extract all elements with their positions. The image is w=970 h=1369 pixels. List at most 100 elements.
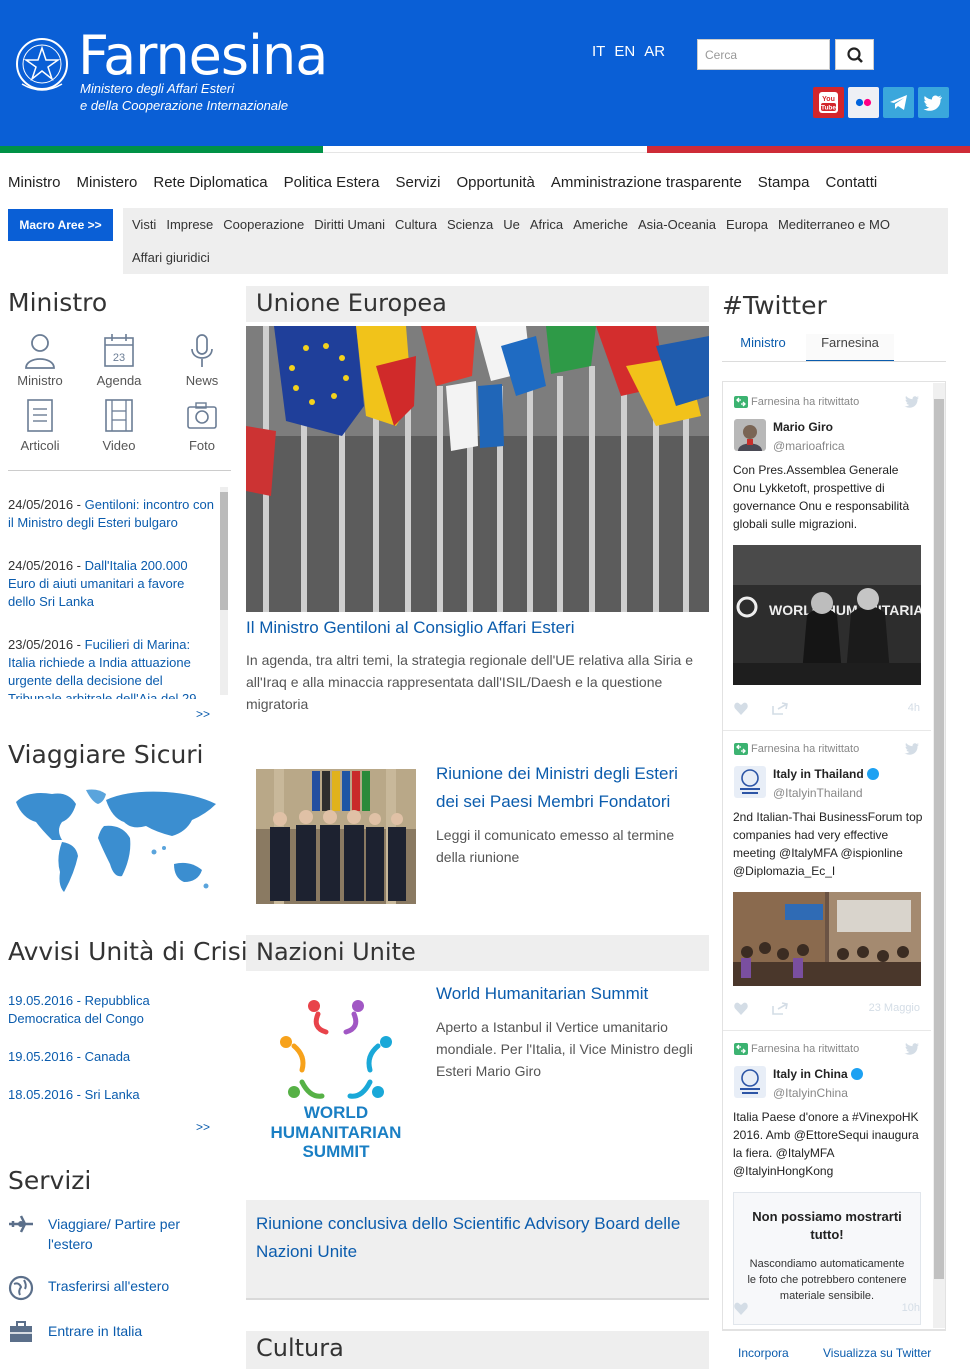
avviso-item[interactable]: 18.05.2016 - Sri Lanka (8, 1086, 214, 1104)
nav-rete-diplomatica[interactable]: Rete Diplomatica (153, 174, 267, 191)
twitter-scrollbar[interactable] (933, 383, 945, 1328)
news-scrollbar[interactable] (220, 487, 228, 695)
tweet-time[interactable]: 23 Maggio (850, 1002, 920, 1014)
agenda-link[interactable]: 23 Agenda (87, 332, 151, 388)
subnav-item[interactable]: Scienza (447, 208, 493, 241)
subnav-item[interactable]: Visti (132, 208, 156, 241)
tweet-author[interactable]: Mario Giro (773, 420, 833, 434)
subnav-item[interactable]: Affari giuridici (132, 241, 210, 274)
avviso-date[interactable]: 19.05.2016 - (8, 1049, 85, 1064)
ue-article-title[interactable]: Il Ministro Gentiloni al Consiglio Affar… (246, 614, 575, 642)
nav-politica-estera[interactable]: Politica Estera (284, 174, 380, 191)
world-humanitarian-summit-logo[interactable]: WORLD HUMANITARIAN SUMMIT (266, 996, 406, 1160)
lang-it[interactable]: IT (592, 43, 605, 60)
ministro-more-link[interactable]: >> (196, 707, 210, 721)
subnav-item[interactable]: Imprese (166, 208, 213, 241)
embed-link[interactable]: Incorpora (738, 1346, 789, 1360)
subnav-item[interactable]: Cultura (395, 208, 437, 241)
telegram-icon[interactable] (883, 87, 914, 118)
ministro-link[interactable]: Ministro (8, 332, 72, 388)
tab-ministro[interactable]: Ministro (722, 334, 804, 362)
riunione-article-title[interactable]: Riunione dei Ministri degli Esteri dei s… (436, 760, 698, 816)
search-input[interactable]: Cerca (697, 39, 830, 70)
news-item[interactable]: 24/05/2016 - Dall'Italia 200.000 Euro di… (8, 557, 214, 611)
subnav-item[interactable]: Ue (503, 208, 520, 241)
tweet-handle[interactable]: @ItalyinThailand (773, 786, 863, 800)
whs-article-title[interactable]: World Humanitarian Summit (436, 980, 648, 1008)
nav-ministero[interactable]: Ministero (77, 174, 138, 191)
avvisi-more-link[interactable]: >> (196, 1120, 210, 1134)
foto-link[interactable]: Foto (170, 397, 234, 453)
servizio-viaggiare-link[interactable]: Viaggiare/ Partire per l'estero (48, 1214, 218, 1254)
servizio-trasferirsi-link[interactable]: Trasferirsi all'estero (48, 1278, 169, 1294)
nav-contatti[interactable]: Contatti (826, 174, 878, 191)
avviso-item[interactable]: 19.05.2016 - Repubblica Democratica del … (8, 992, 214, 1028)
tweet-photo[interactable] (733, 892, 921, 986)
news-item[interactable]: 24/05/2016 - Gentiloni: incontro con il … (8, 496, 214, 532)
view-on-twitter-link[interactable]: Visualizza su Twitter (823, 1346, 931, 1360)
avatar[interactable] (734, 419, 766, 451)
film-icon (105, 399, 133, 432)
brand-title[interactable]: Farnesina (78, 28, 328, 84)
tweet-author-name[interactable]: Italy in Thailand (773, 767, 864, 781)
flickr-icon[interactable] (848, 87, 879, 118)
twitter-scroll-thumb[interactable] (934, 399, 944, 1279)
news-scroll-thumb[interactable] (220, 492, 228, 610)
share-icon[interactable] (772, 702, 788, 715)
tab-farnesina[interactable]: Farnesina (806, 334, 894, 362)
tweet-author[interactable]: Italy in Thailand (773, 767, 880, 781)
ministers-group-photo[interactable] (256, 769, 416, 904)
emblem-icon[interactable] (14, 34, 70, 98)
world-map-image[interactable] (6, 782, 222, 906)
subnav-item[interactable]: Asia-Oceania (638, 208, 716, 241)
avviso-link[interactable]: Canada (85, 1049, 131, 1064)
tweet-author-name[interactable]: Italy in China (773, 1067, 848, 1081)
avviso-item[interactable]: 19.05.2016 - Canada (8, 1048, 214, 1066)
twitter-bird-icon[interactable] (903, 743, 919, 756)
like-icon[interactable] (734, 1002, 748, 1015)
tweet-time[interactable]: 10h (880, 1302, 920, 1314)
avatar[interactable] (734, 1066, 766, 1098)
articoli-link[interactable]: Articoli (8, 397, 72, 453)
nav-servizi[interactable]: Servizi (395, 174, 440, 191)
nav-amministrazione-trasparente[interactable]: Amministrazione trasparente (551, 174, 742, 191)
avviso-date[interactable]: 19.05.2016 - (8, 993, 85, 1008)
subnav-item[interactable]: Diritti Umani (314, 208, 385, 241)
subnav-item[interactable]: Americhe (573, 208, 628, 241)
twitter-bird-icon[interactable] (903, 396, 919, 409)
nav-ministro[interactable]: Ministro (8, 174, 61, 191)
subnav-item[interactable]: Cooperazione (223, 208, 304, 241)
share-icon[interactable] (772, 1002, 788, 1015)
brand-subtitle-line2: e della Cooperazione Internazionale (80, 98, 289, 113)
search-button[interactable] (835, 39, 874, 70)
news-link[interactable]: News (170, 332, 234, 388)
tweet-handle[interactable]: @ItalyinChina (773, 1086, 848, 1100)
avviso-date[interactable]: 18.05.2016 - (8, 1087, 85, 1102)
sab-article-title[interactable]: Riunione conclusiva dello Scientific Adv… (256, 1210, 702, 1266)
macro-aree-button[interactable]: Macro Aree >> (8, 209, 113, 241)
youtube-icon[interactable]: You Tube (813, 87, 844, 118)
like-icon[interactable] (734, 702, 748, 715)
news-item[interactable]: 23/05/2016 - Fucilieri di Marina: Italia… (8, 636, 214, 699)
viaggiare-sicuri-heading[interactable]: Viaggiare Sicuri (8, 740, 204, 769)
subnav-item[interactable]: Europa (726, 208, 768, 241)
tweet-author[interactable]: Italy in China (773, 1067, 864, 1081)
subnav-item[interactable]: Africa (530, 208, 563, 241)
lang-en[interactable]: EN (614, 43, 635, 60)
tweet-time[interactable]: 4h (880, 702, 920, 714)
tweet-handle[interactable]: @marioafrica (773, 439, 845, 453)
nav-stampa[interactable]: Stampa (758, 174, 810, 191)
like-icon[interactable] (734, 1302, 748, 1315)
servizio-entrare-link[interactable]: Entrare in Italia (48, 1323, 142, 1339)
tweet-photo[interactable]: WORLD HUMANITARIAN (733, 545, 921, 685)
news-date: 24/05/2016 - (8, 497, 85, 512)
eu-flags-photo[interactable] (246, 326, 709, 612)
avviso-link[interactable]: Sri Lanka (85, 1087, 140, 1102)
subnav-item[interactable]: Mediterraneo e MO (778, 208, 890, 241)
twitter-bird-icon[interactable] (903, 1043, 919, 1056)
video-link[interactable]: Video (87, 397, 151, 453)
lang-ar[interactable]: AR (644, 43, 665, 60)
twitter-icon[interactable] (918, 87, 949, 118)
nav-opportunita[interactable]: Opportunità (456, 174, 534, 191)
avatar[interactable] (734, 766, 766, 798)
